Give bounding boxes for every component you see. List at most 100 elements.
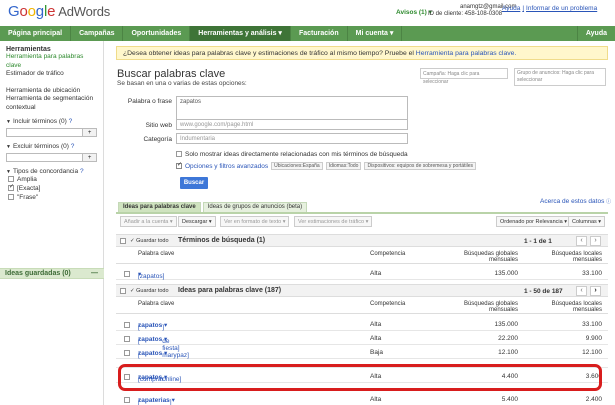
match-types-filter[interactable]: ▼ Tipos de concordancia ? bbox=[6, 168, 97, 175]
checkbox[interactable] bbox=[8, 176, 14, 183]
triangle-down-icon: ▼ bbox=[6, 144, 11, 150]
devices-chip[interactable]: Dispositivos: equipos de sobremesa y por… bbox=[364, 162, 477, 170]
tab-keyword-ideas[interactable]: Ideas para palabras clave bbox=[118, 202, 201, 212]
global-searches: 12.100 bbox=[498, 349, 518, 356]
view-text-button[interactable]: Ver en formato de texto ▾ bbox=[220, 216, 290, 227]
triangle-down-icon: ▼ bbox=[6, 119, 11, 125]
include-terms-filter[interactable]: ▼ Incluir términos (0) ? bbox=[6, 118, 97, 125]
next-page-button[interactable]: › bbox=[590, 236, 601, 246]
add-exclude-button[interactable]: + bbox=[83, 153, 97, 162]
view-traffic-button[interactable]: Ver estimaciones de tráfico ▾ bbox=[294, 216, 373, 227]
help-icon[interactable]: ? bbox=[71, 143, 75, 150]
keyword-link[interactable]: [zapaterias] ▾ bbox=[138, 396, 175, 405]
nav-tools[interactable]: Herramientas y análisis ▾ bbox=[190, 26, 291, 41]
save-all-button[interactable]: ✓ Guardar todo bbox=[130, 288, 169, 294]
exclude-terms-input[interactable] bbox=[6, 153, 84, 162]
nav-help[interactable]: Ayuda bbox=[576, 26, 615, 41]
nav-campaigns[interactable]: Campañas bbox=[71, 26, 124, 41]
tab-adgroup-ideas[interactable]: Ideas de grupos de anuncios (beta) bbox=[202, 202, 308, 212]
col-keyword[interactable]: Palabra clave bbox=[138, 251, 174, 257]
ideas-header: ✓ Guardar todo Ideas para palabras clave… bbox=[116, 284, 608, 297]
download-button[interactable]: Descargar ▾ bbox=[178, 216, 216, 227]
col-keyword[interactable]: Palabra clave bbox=[138, 301, 174, 307]
help-icon: ⓘ bbox=[606, 199, 612, 205]
global-searches: 22.200 bbox=[498, 335, 518, 342]
table-row: [zapatos marypaz] ▾ Baja 12.100 12.100 bbox=[116, 346, 608, 359]
prev-page-button[interactable]: ‹ bbox=[576, 286, 587, 296]
tabs-underline bbox=[116, 212, 608, 214]
col-local[interactable]: Búsquedas locales mensuales bbox=[522, 301, 602, 313]
checkbox[interactable] bbox=[176, 151, 182, 158]
competition-value: Alta bbox=[370, 396, 382, 403]
alerts-link[interactable]: Avisos (1) ▾ bbox=[396, 8, 432, 16]
row-checkbox[interactable] bbox=[124, 350, 130, 356]
row-checkbox[interactable] bbox=[124, 336, 130, 342]
sidebar-item-placement-tool[interactable]: Herramienta de ubicación bbox=[6, 87, 97, 96]
search-terms-columns: Palabra clave Competencia Búsquedas glob… bbox=[116, 248, 608, 264]
exclude-terms-filter[interactable]: ▼ Excluir términos (0) ? bbox=[6, 143, 97, 150]
checkbox[interactable] bbox=[8, 194, 14, 201]
match-exact[interactable]: [Exacta] bbox=[8, 183, 97, 193]
search-terms-header: ✓ Guardar todo Términos de búsqueda (1) … bbox=[116, 234, 608, 247]
prev-page-button[interactable]: ‹ bbox=[576, 236, 587, 246]
category-input[interactable]: Indumentaria bbox=[176, 133, 408, 144]
section-checkbox[interactable] bbox=[120, 288, 126, 294]
sidebar: Herramientas Herramienta para palabras c… bbox=[0, 41, 104, 405]
col-competition[interactable]: Competencia bbox=[370, 301, 405, 307]
col-global[interactable]: Búsquedas globales mensuales bbox=[442, 251, 518, 263]
about-data-link[interactable]: Acerca de estos datos ⓘ bbox=[540, 198, 611, 205]
expand-icon[interactable] bbox=[176, 161, 182, 169]
keyword-link[interactable]: [zapatos] ▾ bbox=[138, 321, 167, 331]
nav-home[interactable]: Página principal bbox=[0, 26, 72, 41]
checkbox-checked[interactable] bbox=[8, 183, 14, 192]
col-competition[interactable]: Competencia bbox=[370, 251, 405, 257]
row-checkbox[interactable] bbox=[124, 322, 130, 328]
columns-dropdown[interactable]: Columnas ▾ bbox=[568, 216, 606, 227]
nav-my-account[interactable]: Mi cuenta ▾ bbox=[348, 26, 403, 41]
keyword-link[interactable]: [zapatos marypaz] ▾ bbox=[138, 349, 189, 359]
col-local[interactable]: Búsquedas locales mensuales bbox=[522, 251, 602, 263]
advanced-options[interactable]: Opciones y filtros avanzados Ubicaciones… bbox=[176, 161, 477, 170]
global-searches: 135.000 bbox=[494, 270, 519, 277]
sort-dropdown[interactable]: Ordenado por Relevancia ▾ bbox=[496, 216, 571, 227]
next-page-button[interactable]: › bbox=[590, 286, 601, 296]
advanced-options-link[interactable]: Opciones y filtros avanzados bbox=[185, 163, 268, 170]
saved-ideas-panel[interactable]: Ideas guardadas (0) — bbox=[0, 268, 104, 279]
sidebar-item-keyword-tool[interactable]: Herramienta para palabras clave bbox=[6, 53, 97, 70]
include-terms-input[interactable] bbox=[6, 128, 84, 137]
adwords-logo[interactable]: Google AdWords bbox=[8, 3, 110, 20]
word-input[interactable]: zapatos bbox=[176, 96, 408, 120]
language-chip[interactable]: Idiomas:Todo bbox=[325, 162, 362, 170]
search-button[interactable]: Buscar bbox=[180, 177, 208, 189]
nav-billing[interactable]: Facturación bbox=[291, 26, 348, 41]
section-checkbox[interactable] bbox=[120, 238, 126, 244]
sidebar-item-traffic-estimator[interactable]: Estimador de tráfico bbox=[6, 70, 97, 79]
header-links: Ayuda | Informar de un problema bbox=[502, 5, 598, 12]
adgroup-selector[interactable]: Grupo de anuncios: Haga clic para selecc… bbox=[514, 68, 606, 86]
website-input[interactable]: www.google.com/page.html bbox=[176, 119, 408, 130]
match-broad[interactable]: Amplia bbox=[8, 175, 97, 184]
keyword-link[interactable]: [zapatos de fiesta] ▾ bbox=[138, 335, 180, 352]
nav-opportunities[interactable]: Oportunidades bbox=[123, 26, 191, 41]
only-show-option[interactable]: Solo mostrar ideas directamente relacion… bbox=[176, 151, 408, 158]
minimize-icon[interactable]: — bbox=[91, 269, 98, 279]
sidebar-section-title: Herramientas bbox=[6, 46, 51, 53]
col-global[interactable]: Búsquedas globales mensuales bbox=[442, 301, 518, 313]
add-include-button[interactable]: + bbox=[83, 128, 97, 137]
add-to-account-button[interactable]: Añadir a la cuenta ▾ bbox=[120, 216, 177, 227]
global-searches: 5.400 bbox=[501, 396, 518, 403]
sidebar-item-contextual-tool[interactable]: Herramienta de segmentación contextual bbox=[6, 95, 97, 112]
notice-link[interactable]: Herramienta para palabras clave. bbox=[416, 50, 517, 57]
campaign-selector[interactable]: Campaña: Haga clic para seleccionar bbox=[420, 68, 508, 85]
row-checkbox[interactable] bbox=[124, 271, 130, 277]
row-checkbox[interactable] bbox=[124, 397, 130, 403]
save-all-button[interactable]: ✓ Guardar todo bbox=[130, 238, 169, 244]
help-icon[interactable]: ? bbox=[80, 168, 84, 175]
report-problem-link[interactable]: Informar de un problema bbox=[526, 5, 597, 12]
location-chip[interactable]: Ubicaciones:España bbox=[271, 162, 323, 170]
help-icon[interactable]: ? bbox=[69, 118, 73, 125]
keyword-link[interactable]: [zapatos] ▾ bbox=[138, 270, 164, 280]
local-searches: 12.100 bbox=[582, 349, 602, 356]
help-link[interactable]: Ayuda bbox=[502, 5, 520, 12]
match-phrase[interactable]: "Frase" bbox=[8, 193, 97, 202]
